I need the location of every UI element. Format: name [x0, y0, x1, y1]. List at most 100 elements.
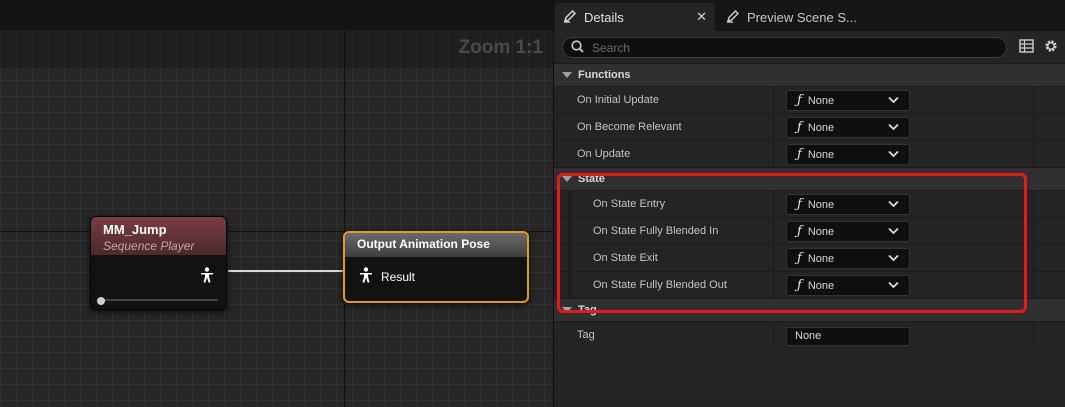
pose-input-pin-icon[interactable]: [359, 267, 373, 286]
chevron-down-icon: [888, 95, 899, 107]
property-label: On Become Relevant: [577, 121, 682, 133]
chevron-down-icon: [888, 226, 899, 238]
column-divider[interactable]: [773, 245, 774, 271]
result-pin-row[interactable]: Result: [359, 267, 415, 286]
indent-bar: [568, 272, 572, 298]
property-row: On Initial Update ƒ None: [554, 86, 1065, 113]
dropdown-value: None: [807, 121, 835, 134]
property-label: On State Exit: [593, 252, 658, 264]
anim-graph-canvas[interactable]: Zoom 1:1 MM_Jump Sequence Player Output …: [0, 0, 553, 407]
tab-label: Preview Scene S...: [747, 9, 857, 25]
search-input[interactable]: [592, 40, 972, 55]
gear-icon[interactable]: [1043, 38, 1059, 57]
playback-knob[interactable]: [97, 297, 105, 305]
search-icon: [571, 39, 584, 56]
search-box[interactable]: [562, 37, 1007, 58]
function-icon: ƒ: [797, 147, 802, 162]
dropdown-value: None: [807, 148, 835, 161]
chevron-down-icon: [888, 253, 899, 265]
node-header: MM_Jump Sequence Player: [91, 217, 226, 255]
tab-bar: Details ✕ Preview Scene S...: [554, 0, 1065, 31]
property-row: On State Fully Blended Out ƒ None: [554, 271, 1065, 298]
table-view-icon[interactable]: [1019, 39, 1034, 56]
column-divider[interactable]: [773, 141, 774, 167]
property-row: On Update ƒ None: [554, 140, 1065, 167]
column-divider: [1033, 141, 1034, 167]
column-divider: [1033, 218, 1034, 244]
column-divider[interactable]: [773, 272, 774, 298]
dropdown-value: None: [807, 252, 835, 265]
section-tag[interactable]: Tag: [554, 298, 1065, 321]
dropdown-value: None: [807, 94, 835, 107]
tab-label: Details: [584, 9, 624, 25]
column-divider[interactable]: [773, 218, 774, 244]
column-divider: [1033, 322, 1034, 348]
pencil-icon: [726, 9, 740, 26]
collapse-arrow-icon[interactable]: [562, 176, 572, 182]
property-label: On State Entry: [593, 198, 666, 210]
function-icon: ƒ: [797, 120, 802, 135]
function-dropdown[interactable]: ƒ None: [786, 90, 910, 111]
collapse-arrow-icon[interactable]: [562, 72, 572, 78]
chevron-down-icon: [888, 122, 899, 134]
node-title: Output Animation Pose: [345, 233, 527, 257]
section-state[interactable]: State: [554, 167, 1065, 190]
function-dropdown[interactable]: ƒ None: [786, 248, 910, 269]
output-pose-node[interactable]: Output Animation Pose Result: [343, 231, 529, 303]
chevron-down-icon: [888, 149, 899, 161]
collapse-arrow-icon[interactable]: [562, 307, 572, 313]
column-divider[interactable]: [773, 191, 774, 217]
tab-preview-scene[interactable]: Preview Scene S...: [718, 3, 878, 31]
pencil-icon: [563, 9, 577, 26]
function-icon: ƒ: [797, 251, 802, 266]
node-subtitle: Sequence Player: [103, 239, 195, 253]
column-divider: [1033, 191, 1034, 217]
dropdown-value: None: [807, 225, 835, 238]
function-icon: ƒ: [797, 278, 802, 293]
column-divider[interactable]: [773, 114, 774, 140]
function-dropdown[interactable]: ƒ None: [786, 194, 910, 215]
property-row: On State Entry ƒ None: [554, 190, 1065, 217]
column-divider[interactable]: [773, 87, 774, 113]
function-icon: ƒ: [797, 93, 802, 108]
pose-output-pin-icon[interactable]: [200, 267, 214, 286]
zoom-label: Zoom 1:1: [458, 37, 543, 58]
playback-track[interactable]: [99, 299, 218, 301]
property-row: On State Fully Blended In ƒ None: [554, 217, 1065, 244]
pose-wire[interactable]: [228, 270, 345, 272]
dropdown-value: None: [807, 279, 835, 292]
column-divider: [1033, 272, 1034, 298]
section-title: Tag: [578, 304, 597, 316]
column-divider: [1033, 114, 1034, 140]
function-dropdown[interactable]: ƒ None: [786, 221, 910, 242]
property-label: Tag: [577, 329, 595, 341]
function-icon: ƒ: [797, 197, 802, 212]
indent-bar: [568, 245, 572, 271]
section-title: State: [578, 173, 605, 185]
tag-input[interactable]: None: [786, 327, 910, 346]
tab-details[interactable]: Details ✕: [555, 3, 715, 31]
node-title: MM_Jump: [103, 222, 167, 237]
section-title: Functions: [578, 69, 631, 81]
graph-top-strip: [0, 0, 553, 30]
indent-bar: [568, 191, 572, 217]
property-row: Tag None: [554, 321, 1065, 348]
column-divider[interactable]: [773, 322, 774, 348]
dropdown-value: None: [807, 198, 835, 211]
grid-major-line: [344, 30, 345, 407]
function-dropdown[interactable]: ƒ None: [786, 117, 910, 138]
section-functions[interactable]: Functions: [554, 63, 1065, 86]
property-row: On State Exit ƒ None: [554, 244, 1065, 271]
property-label: On State Fully Blended Out: [593, 279, 727, 291]
property-label: On Initial Update: [577, 94, 659, 106]
close-icon[interactable]: ✕: [696, 9, 707, 25]
search-row: [554, 31, 1065, 63]
result-pin-label: Result: [381, 269, 416, 284]
function-dropdown[interactable]: ƒ None: [786, 144, 910, 165]
property-label: On State Fully Blended In: [593, 225, 719, 237]
property-label: On Update: [577, 148, 631, 160]
chevron-down-icon: [888, 199, 899, 211]
sequence-player-node[interactable]: MM_Jump Sequence Player: [90, 216, 227, 310]
chevron-down-icon: [888, 280, 899, 292]
function-dropdown[interactable]: ƒ None: [786, 275, 910, 296]
